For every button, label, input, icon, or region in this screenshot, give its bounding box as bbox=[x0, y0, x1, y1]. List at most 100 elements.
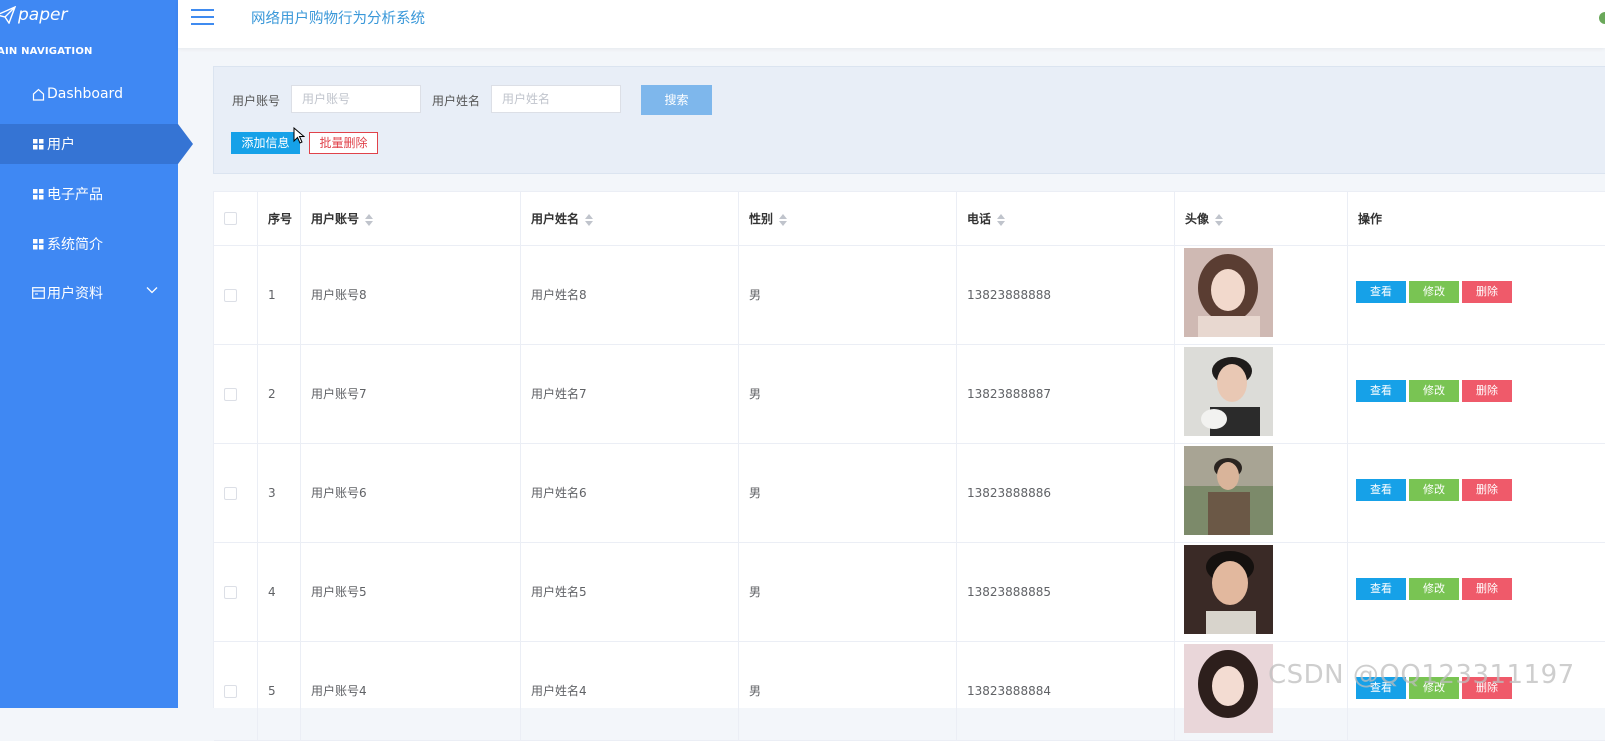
sort-icon[interactable] bbox=[997, 213, 1006, 226]
topbar: 网络用户购物行为分析系统 bbox=[178, 0, 1605, 48]
edit-button[interactable]: 修改 bbox=[1409, 281, 1459, 303]
grid-icon bbox=[31, 187, 45, 201]
table-row: 3 用户账号6 用户姓名6 男 13823888886 查看 修改 删除 bbox=[214, 444, 1605, 543]
header-label: 电话 bbox=[967, 212, 992, 226]
select-all-checkbox[interactable] bbox=[224, 212, 237, 225]
header-select-cell bbox=[214, 192, 258, 246]
cell-index: 2 bbox=[258, 345, 301, 444]
row-select-cell bbox=[214, 246, 258, 345]
name-search-input[interactable]: 用户姓名 bbox=[491, 85, 621, 113]
sort-icon[interactable] bbox=[585, 213, 594, 226]
grid-icon bbox=[31, 137, 45, 151]
home-icon bbox=[31, 87, 45, 101]
header-label: 用户姓名 bbox=[531, 212, 580, 226]
avatar-image[interactable] bbox=[1184, 644, 1273, 733]
sidebar-item-users[interactable]: 用户 bbox=[0, 124, 178, 164]
header-phone[interactable]: 电话 bbox=[957, 192, 1175, 246]
row-checkbox[interactable] bbox=[224, 388, 237, 401]
avatar-image[interactable] bbox=[1184, 446, 1273, 535]
sort-icon[interactable] bbox=[779, 213, 788, 226]
sidebar-item-electronics[interactable]: 电子产品 bbox=[0, 174, 178, 214]
cell-phone: 13823888888 bbox=[957, 246, 1175, 345]
avatar-image[interactable] bbox=[1184, 248, 1273, 337]
cell-actions: 查看 修改 删除 bbox=[1348, 543, 1605, 642]
cell-account: 用户账号7 bbox=[301, 345, 521, 444]
sort-icon[interactable] bbox=[365, 213, 374, 226]
sidebar-item-dashboard[interactable]: Dashboard bbox=[0, 74, 178, 114]
row-checkbox[interactable] bbox=[224, 289, 237, 302]
cell-account: 用户账号5 bbox=[301, 543, 521, 642]
cell-actions: 查看 修改 删除 bbox=[1348, 345, 1605, 444]
edit-button[interactable]: 修改 bbox=[1409, 479, 1459, 501]
cell-avatar bbox=[1175, 543, 1348, 642]
sort-icon[interactable] bbox=[1215, 213, 1224, 226]
user-avatar-edge[interactable] bbox=[1599, 12, 1605, 24]
cell-gender: 男 bbox=[739, 345, 957, 444]
batch-delete-button[interactable]: 批量删除 bbox=[309, 132, 378, 154]
row-checkbox[interactable] bbox=[224, 586, 237, 599]
menu-toggle-icon[interactable] bbox=[191, 9, 214, 25]
cell-phone: 13823888884 bbox=[957, 642, 1175, 741]
cell-name: 用户姓名8 bbox=[521, 246, 739, 345]
delete-button[interactable]: 删除 bbox=[1462, 479, 1512, 501]
watermark: CSDN @QQ123311197 bbox=[1268, 660, 1575, 690]
table-row: 4 用户账号5 用户姓名5 男 13823888885 查看 修改 删除 bbox=[214, 543, 1605, 642]
header-index: 序号 bbox=[258, 192, 301, 246]
row-checkbox[interactable] bbox=[224, 685, 237, 698]
nav-header: AIN NAVIGATION bbox=[0, 46, 93, 57]
delete-button[interactable]: 删除 bbox=[1462, 578, 1512, 600]
logo-text: paper bbox=[18, 5, 68, 25]
row-select-cell bbox=[214, 345, 258, 444]
sidebar-item-label: Dashboard bbox=[47, 86, 123, 102]
calendar-icon bbox=[31, 286, 45, 300]
header-name[interactable]: 用户姓名 bbox=[521, 192, 739, 246]
cell-gender: 男 bbox=[739, 642, 957, 741]
cell-account: 用户账号4 bbox=[301, 642, 521, 741]
cell-actions: 查看 修改 删除 bbox=[1348, 246, 1605, 345]
view-button[interactable]: 查看 bbox=[1356, 380, 1406, 402]
cell-account: 用户账号6 bbox=[301, 444, 521, 543]
edit-button[interactable]: 修改 bbox=[1409, 578, 1459, 600]
header-account[interactable]: 用户账号 bbox=[301, 192, 521, 246]
system-title: 网络用户购物行为分析系统 bbox=[251, 11, 425, 27]
sidebar-item-system-intro[interactable]: 系统简介 bbox=[0, 224, 178, 264]
cell-name: 用户姓名5 bbox=[521, 543, 739, 642]
sidebar-item-user-profile[interactable]: 用户资料 bbox=[0, 273, 178, 313]
view-button[interactable]: 查看 bbox=[1356, 479, 1406, 501]
mouse-cursor-icon bbox=[293, 127, 305, 144]
cell-avatar bbox=[1175, 444, 1348, 543]
avatar-image[interactable] bbox=[1184, 545, 1273, 634]
header-label: 头像 bbox=[1185, 212, 1210, 226]
add-info-button[interactable]: 添加信息 bbox=[231, 132, 300, 154]
header-avatar[interactable]: 头像 bbox=[1175, 192, 1348, 246]
sidebar-item-label: 用户 bbox=[47, 137, 75, 153]
cell-name: 用户姓名4 bbox=[521, 642, 739, 741]
search-panel: 用户账号 用户账号 用户姓名 用户姓名 搜索 添加信息 批量删除 bbox=[213, 66, 1605, 174]
search-button[interactable]: 搜索 bbox=[641, 85, 712, 115]
table-row: 5 用户账号4 用户姓名4 男 13823888884 查看 修改 删除 bbox=[214, 642, 1605, 741]
sidebar-item-label: 电子产品 bbox=[47, 187, 103, 203]
edit-button[interactable]: 修改 bbox=[1409, 380, 1459, 402]
cell-phone: 13823888885 bbox=[957, 543, 1175, 642]
delete-button[interactable]: 删除 bbox=[1462, 380, 1512, 402]
table-row: 1 用户账号8 用户姓名8 男 13823888888 查看 修改 删除 bbox=[214, 246, 1605, 345]
view-button[interactable]: 查看 bbox=[1356, 281, 1406, 303]
row-checkbox[interactable] bbox=[224, 487, 237, 500]
avatar-image[interactable] bbox=[1184, 347, 1273, 436]
row-select-cell bbox=[214, 543, 258, 642]
cell-avatar bbox=[1175, 246, 1348, 345]
cell-name: 用户姓名7 bbox=[521, 345, 739, 444]
cell-gender: 男 bbox=[739, 246, 957, 345]
header-gender[interactable]: 性别 bbox=[739, 192, 957, 246]
cell-phone: 13823888887 bbox=[957, 345, 1175, 444]
cell-avatar bbox=[1175, 345, 1348, 444]
cell-actions: 查看 修改 删除 bbox=[1348, 444, 1605, 543]
view-button[interactable]: 查看 bbox=[1356, 578, 1406, 600]
header-actions: 操作 bbox=[1358, 212, 1383, 226]
account-search-input[interactable]: 用户账号 bbox=[291, 85, 421, 113]
sidebar: paper AIN NAVIGATION Dashboard 用户 电子产品 系… bbox=[0, 0, 178, 708]
cell-account: 用户账号8 bbox=[301, 246, 521, 345]
users-table: 序号 用户账号 用户姓名 性别 电话 头像 操作 1 用户账号8 用户姓名8 男… bbox=[213, 191, 1605, 741]
logo[interactable]: paper bbox=[0, 2, 67, 28]
delete-button[interactable]: 删除 bbox=[1462, 281, 1512, 303]
